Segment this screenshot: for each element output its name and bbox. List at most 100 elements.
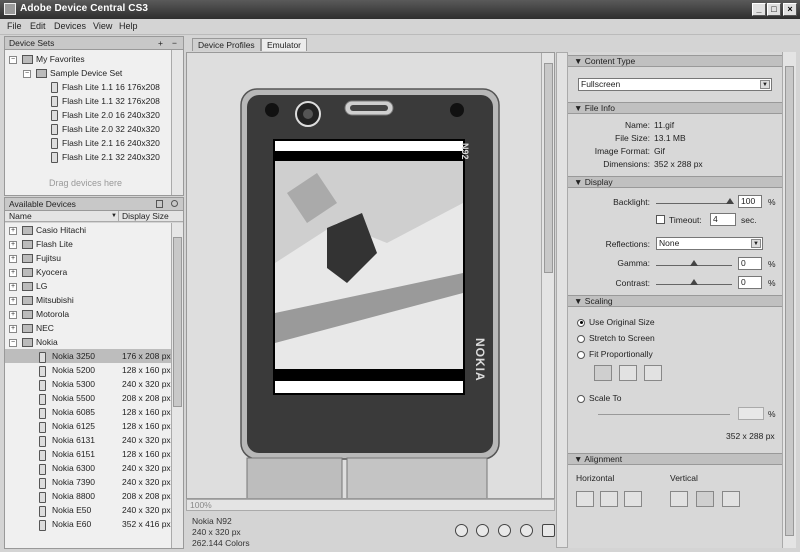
align-right-button[interactable]	[624, 491, 642, 507]
set-device-item[interactable]: Flash Lite 1.1 32 176x208	[51, 94, 160, 108]
device-row[interactable]: Nokia 6300 240 x 320 px	[5, 461, 171, 476]
scroll-thumb[interactable]	[785, 66, 794, 536]
backlight-slider-thumb[interactable]	[726, 198, 734, 204]
scale-to-input[interactable]	[738, 407, 764, 420]
timeout-checkbox[interactable]	[656, 215, 665, 224]
device-row[interactable]: Nokia E60 352 x 416 px	[5, 517, 171, 532]
minimize-button[interactable]: _	[752, 3, 766, 16]
available-devices-scrollbar[interactable]	[171, 223, 183, 548]
align-left-button[interactable]	[576, 491, 594, 507]
remove-set-button[interactable]: −	[172, 37, 177, 50]
group-item[interactable]: + NEC	[9, 321, 54, 335]
radio-icon[interactable]	[577, 350, 585, 359]
zoom-in-icon[interactable]	[455, 524, 468, 537]
device-row[interactable]: Nokia 6125 128 x 160 px	[5, 419, 171, 434]
col-size-header[interactable]: Display Size	[122, 211, 169, 221]
alignment-header[interactable]: ▼ Alignment	[568, 453, 782, 465]
device-row[interactable]: Nokia 5200 128 x 160 px	[5, 363, 171, 378]
backlight-input[interactable]: 100	[738, 195, 762, 208]
gamma-input[interactable]: 0	[738, 257, 762, 270]
maximize-button[interactable]: □	[767, 3, 781, 16]
right-splitter[interactable]	[556, 52, 568, 548]
expand-icon[interactable]: +	[9, 254, 17, 263]
set-device-item[interactable]: Flash Lite 2.1 32 240x320	[51, 150, 160, 164]
tab-emulator[interactable]: Emulator	[261, 38, 308, 51]
set-device-item[interactable]: Flash Lite 1.1 16 176x208	[51, 80, 160, 94]
expand-icon[interactable]: +	[9, 296, 17, 305]
reflections-select[interactable]: None ▼	[656, 237, 763, 250]
expand-icon[interactable]: +	[9, 268, 17, 277]
view-options-icon[interactable]	[156, 200, 163, 208]
menu-devices[interactable]: Devices	[54, 21, 86, 31]
menu-edit[interactable]: Edit	[30, 21, 46, 31]
expand-icon[interactable]: +	[9, 226, 17, 235]
contrast-input[interactable]: 0	[738, 276, 762, 289]
display-header[interactable]: ▼ Display	[568, 176, 782, 188]
scroll-thumb[interactable]	[173, 237, 182, 407]
close-button[interactable]: ×	[783, 3, 797, 16]
device-row-selected[interactable]: Nokia 3250 176 x 208 px	[5, 349, 171, 364]
align-top-button[interactable]	[670, 491, 688, 507]
contrast-slider-thumb[interactable]	[690, 279, 698, 285]
scale-stretch-radio[interactable]: Stretch to Screen	[577, 333, 655, 343]
device-row[interactable]: Nokia 6085 128 x 160 px	[5, 405, 171, 420]
device-row[interactable]: Nokia 6131 240 x 320 px	[5, 433, 171, 448]
device-row[interactable]: Nokia E50 240 x 320 px	[5, 503, 171, 518]
expand-icon[interactable]: +	[9, 324, 17, 333]
collapse-icon[interactable]: −	[9, 55, 17, 64]
properties-scrollbar[interactable]	[782, 52, 796, 548]
collapse-icon[interactable]: −	[23, 69, 31, 78]
rotate-left-icon[interactable]	[498, 524, 511, 537]
scale-to-radio[interactable]: Scale To	[577, 393, 621, 403]
content-type-header[interactable]: ▼ Content Type	[568, 55, 782, 67]
set-device-item[interactable]: Flash Lite 2.0 16 240x320	[51, 108, 160, 122]
add-set-button[interactable]: +	[158, 37, 163, 50]
menu-view[interactable]: View	[93, 21, 112, 31]
chevron-down-icon[interactable]: ▼	[760, 80, 770, 89]
backlight-slider[interactable]	[656, 203, 732, 204]
emulator-hscrollbar[interactable]	[186, 499, 555, 511]
menu-file[interactable]: File	[7, 21, 22, 31]
group-item[interactable]: + LG	[9, 279, 47, 293]
scroll-thumb[interactable]	[544, 63, 553, 273]
scale-fit-radio[interactable]: Fit Proportionally	[577, 349, 653, 359]
gamma-slider-thumb[interactable]	[690, 260, 698, 266]
group-item-nokia[interactable]: − Nokia	[9, 335, 58, 349]
scaling-header[interactable]: ▼ Scaling	[568, 295, 782, 307]
tab-device-profiles[interactable]: Device Profiles	[192, 38, 261, 51]
content-type-select[interactable]: Fullscreen ▼	[578, 78, 772, 91]
group-item[interactable]: + Flash Lite	[9, 237, 73, 251]
radio-icon[interactable]	[577, 334, 585, 343]
timeout-input[interactable]: 4	[710, 213, 736, 226]
group-item[interactable]: + Fujitsu	[9, 251, 61, 265]
col-name-header[interactable]: Name	[9, 211, 32, 221]
fit-height-button[interactable]	[644, 365, 662, 381]
expand-icon[interactable]: +	[9, 282, 17, 291]
device-row[interactable]: Nokia 6151 128 x 160 px	[5, 447, 171, 462]
device-row[interactable]: Nokia 5500 208 x 208 px	[5, 391, 171, 406]
fit-width-button[interactable]	[619, 365, 637, 381]
expand-icon[interactable]: +	[9, 310, 17, 319]
align-middle-button[interactable]	[696, 491, 714, 507]
emulator-vscrollbar[interactable]	[541, 53, 554, 498]
group-item[interactable]: + Motorola	[9, 307, 69, 321]
device-row[interactable]: Nokia 5300 240 x 320 px	[5, 377, 171, 392]
copy-icon[interactable]	[542, 524, 555, 537]
scale-original-radio[interactable]: Use Original Size	[577, 317, 655, 327]
device-sets-scrollbar[interactable]	[171, 50, 183, 195]
group-item[interactable]: + Mitsubishi	[9, 293, 74, 307]
align-bottom-button[interactable]	[722, 491, 740, 507]
group-item[interactable]: + Casio Hitachi	[9, 223, 86, 237]
tree-item-sample-set[interactable]: − Sample Device Set	[23, 66, 122, 80]
set-device-item[interactable]: Flash Lite 2.0 32 240x320	[51, 122, 160, 136]
radio-icon[interactable]	[577, 394, 585, 403]
chevron-down-icon[interactable]: ▼	[751, 239, 761, 248]
group-item[interactable]: + Kyocera	[9, 265, 67, 279]
file-info-header[interactable]: ▼ File Info	[568, 102, 782, 114]
zoom-out-icon[interactable]	[476, 524, 489, 537]
scale-to-slider[interactable]	[598, 414, 730, 415]
set-device-item[interactable]: Flash Lite 2.1 16 240x320	[51, 136, 160, 150]
collapse-icon[interactable]: −	[9, 338, 17, 347]
device-row[interactable]: Nokia 8800 208 x 208 px	[5, 489, 171, 504]
rotate-right-icon[interactable]	[520, 524, 533, 537]
